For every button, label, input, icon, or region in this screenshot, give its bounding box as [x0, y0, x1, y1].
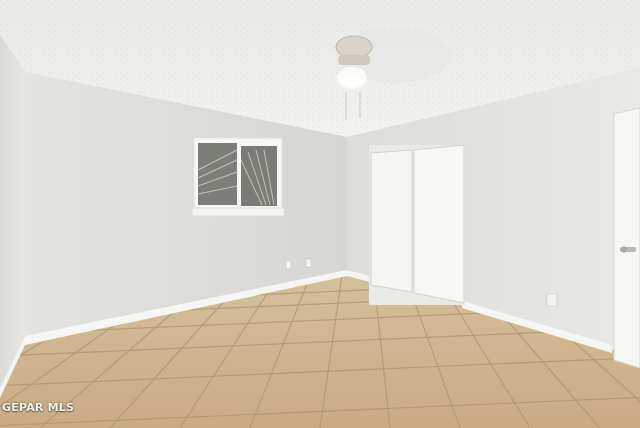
wall-outlet [285, 260, 292, 270]
window [191, 137, 285, 217]
wall-outlet [546, 293, 558, 307]
left-wall [0, 35, 25, 395]
closet [369, 144, 465, 305]
room-photo: GEPAR MLS [0, 0, 640, 428]
door [613, 107, 640, 369]
watermark-text: GEPAR MLS [2, 401, 75, 414]
room-illustration [0, 0, 640, 428]
wall-outlet [305, 258, 312, 268]
